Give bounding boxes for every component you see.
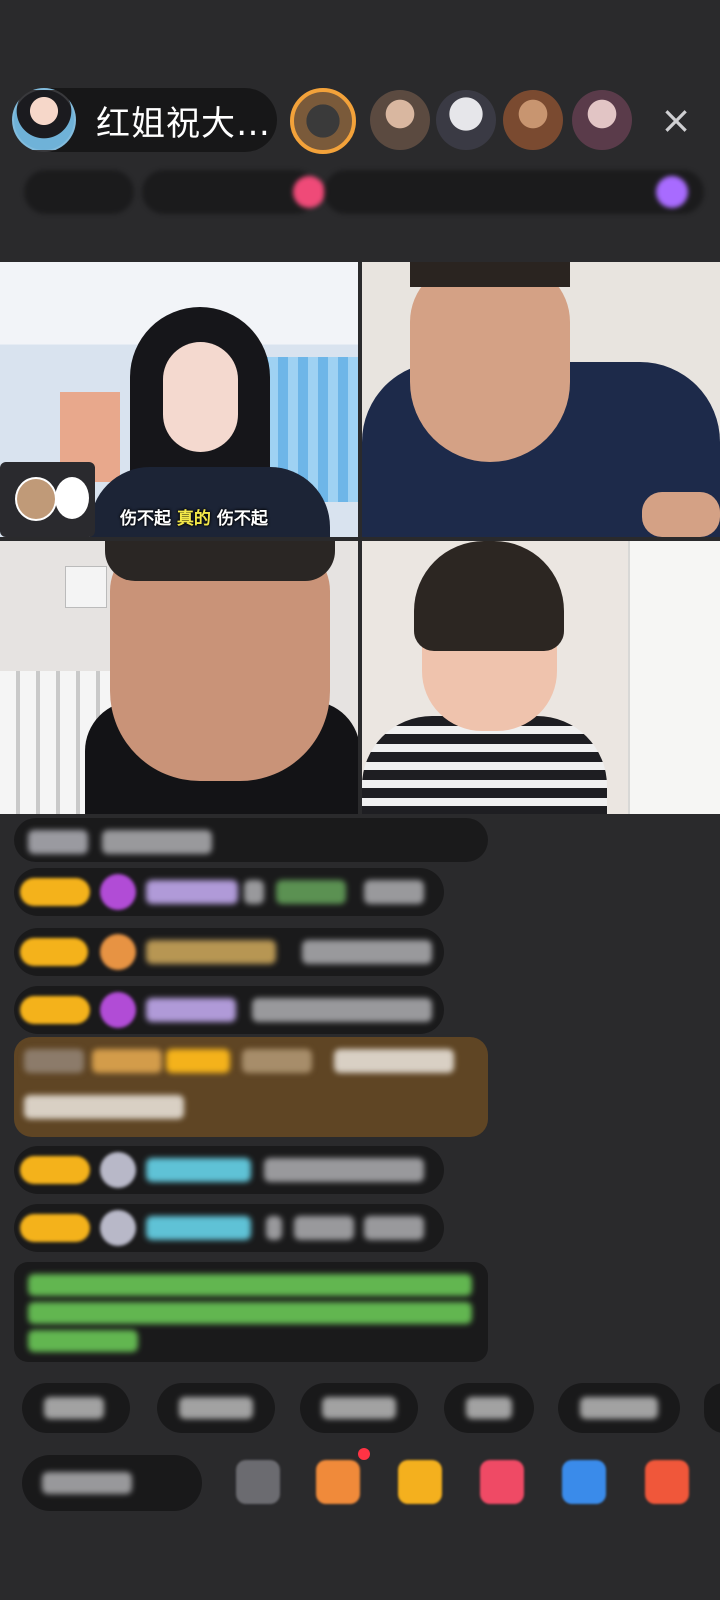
host-avatar[interactable] bbox=[12, 88, 76, 152]
quick-reply-chip[interactable] bbox=[444, 1383, 534, 1433]
list-item bbox=[14, 868, 444, 916]
ranking-chip[interactable] bbox=[24, 170, 134, 214]
list-item bbox=[14, 928, 444, 976]
video-tile-guest-3[interactable] bbox=[362, 541, 720, 814]
quick-reply-chip[interactable] bbox=[157, 1383, 275, 1433]
viewer-avatar[interactable] bbox=[503, 90, 563, 150]
heart-icon bbox=[100, 934, 136, 970]
viewer-avatar[interactable] bbox=[436, 90, 496, 150]
hot-chip[interactable] bbox=[142, 170, 325, 214]
avatar bbox=[100, 1210, 136, 1246]
video-tile-host[interactable]: 伤不起 真的 伤不起 bbox=[0, 262, 358, 537]
list-item bbox=[14, 1204, 444, 1252]
video-tile-guest-2[interactable] bbox=[0, 541, 358, 814]
lyric-caption: 伤不起 真的 伤不起 bbox=[120, 509, 268, 529]
share-icon[interactable] bbox=[562, 1460, 606, 1504]
gem-icon bbox=[100, 992, 136, 1028]
gift-icon[interactable] bbox=[480, 1460, 524, 1504]
host-info[interactable]: 红姐祝大… bbox=[12, 88, 277, 152]
video-tile-guest-1[interactable] bbox=[362, 262, 720, 537]
list-item bbox=[14, 1146, 444, 1194]
viewer-avatar[interactable] bbox=[290, 88, 356, 154]
gift-box-icon[interactable] bbox=[398, 1460, 442, 1504]
more-icon[interactable] bbox=[645, 1460, 689, 1504]
quick-reply-chip[interactable] bbox=[22, 1383, 130, 1433]
announcement-chip[interactable] bbox=[324, 170, 704, 214]
viewer-avatar[interactable] bbox=[572, 90, 632, 150]
gem-icon bbox=[100, 874, 136, 910]
viewer-avatar[interactable] bbox=[370, 90, 430, 150]
shop-icon[interactable] bbox=[316, 1460, 360, 1504]
comment-input[interactable] bbox=[22, 1455, 202, 1511]
bear-sticker-icon bbox=[15, 477, 57, 521]
quick-reply-chip[interactable] bbox=[558, 1383, 680, 1433]
level-badge bbox=[20, 878, 90, 906]
quick-reply-chip[interactable] bbox=[704, 1383, 720, 1433]
list-item bbox=[14, 818, 488, 862]
avatar bbox=[100, 1152, 136, 1188]
room-info-row bbox=[14, 170, 704, 216]
list-item bbox=[14, 986, 444, 1034]
host-name: 红姐祝大… bbox=[96, 103, 271, 144]
emoji-icon[interactable] bbox=[236, 1460, 280, 1504]
system-notice bbox=[14, 1262, 488, 1362]
close-icon[interactable]: × bbox=[656, 100, 696, 140]
bunny-sticker-icon bbox=[55, 477, 89, 519]
gift-notice bbox=[14, 1037, 488, 1137]
notification-dot bbox=[358, 1448, 370, 1460]
quick-reply-chip[interactable] bbox=[300, 1383, 418, 1433]
